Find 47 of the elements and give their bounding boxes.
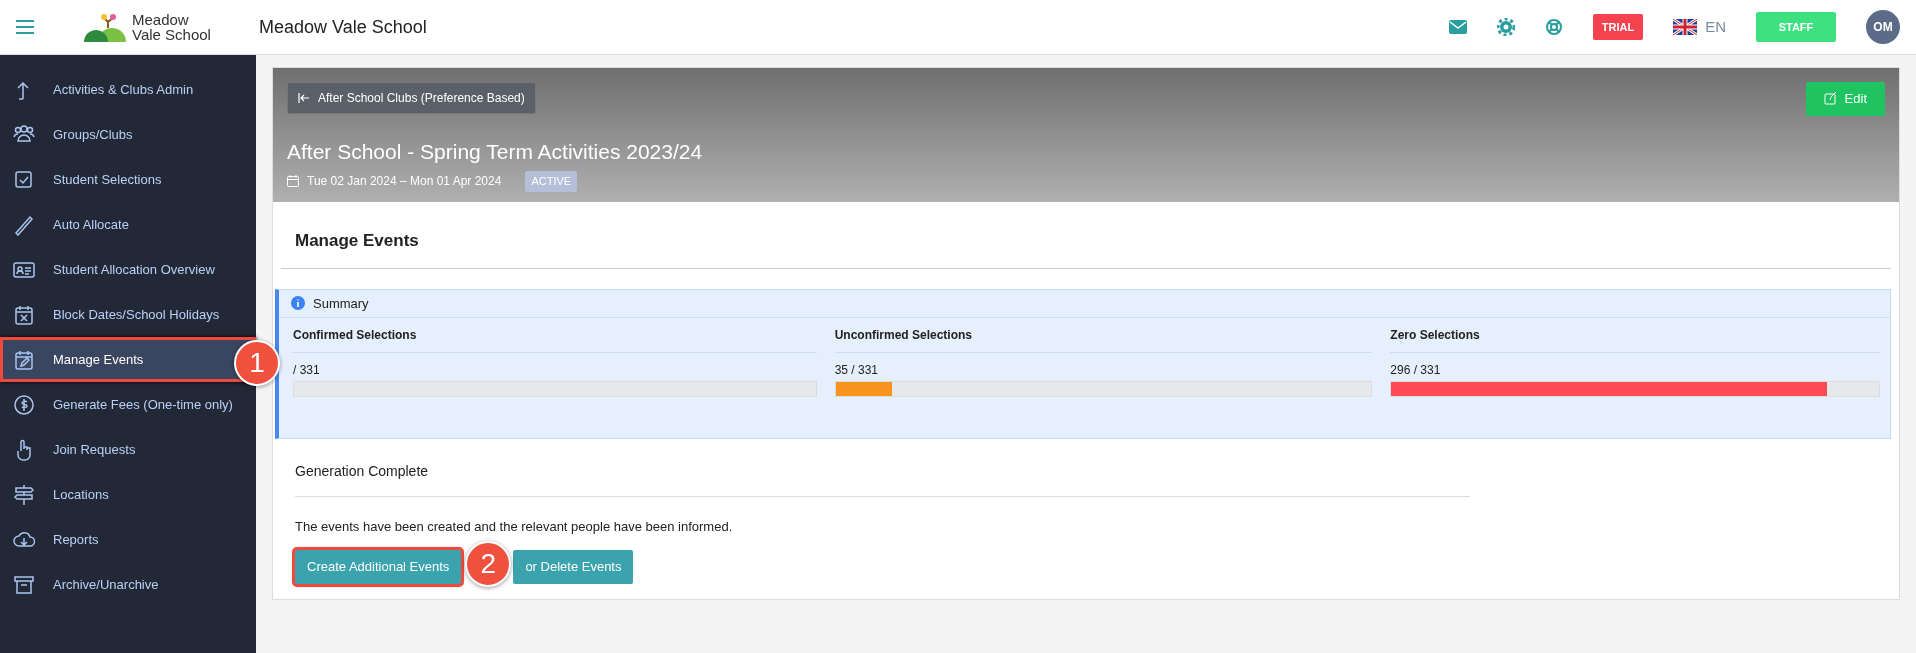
summary-title: Summary: [313, 294, 369, 313]
stat-label: Unconfirmed Selections: [834, 318, 1373, 353]
stat-reading: / 331: [293, 362, 321, 379]
stat-label: Zero Selections: [1390, 318, 1880, 353]
settings-icon[interactable]: [1496, 18, 1515, 36]
back-button[interactable]: After School Clubs (Preference Based): [287, 82, 536, 114]
step-number-badge: 2: [465, 541, 512, 587]
section-title: Manage Events: [281, 202, 1891, 269]
date-range: Tue 02 Jan 2024 – Mon 01 Apr 2024: [307, 173, 502, 191]
sidebar-item[interactable]: Locations: [0, 472, 256, 517]
sidebar-item[interactable]: Student Selections: [0, 157, 256, 202]
sidebar-item[interactable]: Auto Allocate: [0, 202, 256, 247]
language-label[interactable]: EN: [1705, 15, 1726, 39]
lifebuoy-icon[interactable]: [1544, 18, 1563, 36]
avatar[interactable]: OM: [1866, 10, 1900, 44]
menu-icon[interactable]: [14, 18, 36, 36]
edit-icon: [1823, 92, 1837, 106]
sidebar-item-icon: [13, 573, 35, 596]
flag-icon[interactable]: [1673, 19, 1698, 35]
stat-reading: 296 / 331: [1390, 362, 1442, 379]
mail-icon[interactable]: [1448, 20, 1467, 34]
trial-badge: TRIAL: [1592, 13, 1644, 41]
sidebar-item-icon: [13, 483, 35, 506]
sidebar-item[interactable]: Activities & Clubs Admin: [0, 67, 256, 112]
logo-hills-icon: [84, 12, 128, 42]
page-title: After School - Spring Term Activities 2023/24: [287, 138, 704, 165]
generation-title: Generation Complete: [295, 438, 1470, 497]
status-badge: ACTIVE: [525, 171, 578, 192]
sidebar-item-icon: [13, 168, 35, 191]
sidebar-item-icon: [13, 348, 35, 371]
sidebar-item-icon: [13, 213, 35, 236]
sidebar-item[interactable]: Archive/Unarchive: [0, 562, 256, 607]
sidebar-item[interactable]: Groups/Clubs: [0, 112, 256, 157]
sidebar-item[interactable]: Student Allocation Overview: [0, 247, 256, 292]
stat-label: Confirmed Selections: [293, 318, 817, 353]
sidebar-item[interactable]: Block Dates/School Holidays: [0, 292, 256, 337]
sidebar-item-icon: [13, 393, 35, 416]
calendar-icon: [287, 175, 299, 188]
sidebar-item-icon: [13, 303, 35, 326]
generation-message: The events have been created and the relevant people have been informed.: [295, 517, 734, 536]
sidebar-item[interactable]: Reports: [0, 517, 256, 562]
info-icon: [291, 296, 305, 311]
back-arrow-icon: [298, 93, 310, 103]
logo-text: Meadow Vale School: [132, 12, 211, 42]
stat-reading: 35 / 331: [834, 362, 880, 379]
sidebar-item[interactable]: Join Requests: [0, 427, 256, 472]
school-name: Meadow Vale School: [258, 15, 427, 39]
